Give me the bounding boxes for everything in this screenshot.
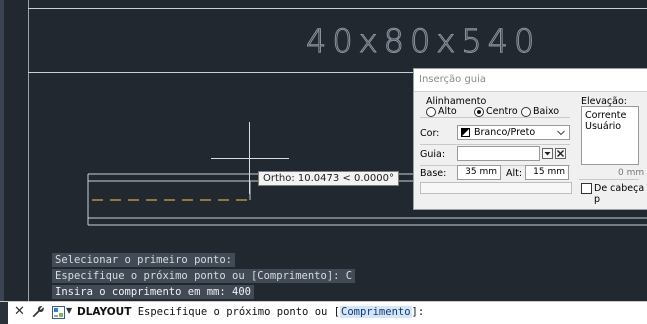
color-label: Cor: bbox=[420, 128, 440, 139]
command-history: Selecionar o primeiro ponto: Especifique… bbox=[52, 253, 356, 301]
color-separator bbox=[420, 144, 570, 145]
color-swatch-icon bbox=[461, 128, 470, 137]
color-select-value: Branco/Preto bbox=[474, 127, 536, 138]
history-line: Insira o comprimento em mm: 400 bbox=[52, 285, 254, 299]
close-icon bbox=[557, 150, 564, 157]
elevation-value: 0 mm bbox=[618, 168, 645, 178]
base-label: Base: bbox=[420, 168, 447, 179]
chevron-down-icon[interactable]: ▼ bbox=[66, 306, 72, 315]
prompt-option-comprimento[interactable]: Comprimento bbox=[340, 306, 412, 318]
guide-clear-button[interactable] bbox=[555, 148, 566, 159]
command-bar: ✕ ▼ DLAYOUT Especifique o próximo ponto … bbox=[0, 301, 647, 324]
close-icon[interactable]: ✕ bbox=[14, 304, 25, 319]
radio-baixo-label: Baixo bbox=[533, 106, 560, 117]
height-field[interactable]: 15 mm bbox=[525, 165, 569, 180]
history-line: Selecionar o primeiro ponto: bbox=[52, 253, 236, 267]
guide-insertion-dialog: Inserção guia Alinhamento Alto Centro Ba… bbox=[413, 68, 647, 210]
guide-dropdown-button[interactable] bbox=[542, 148, 553, 159]
color-select[interactable]: Branco/Preto bbox=[457, 125, 570, 140]
crosshair-cursor-horizontal bbox=[211, 158, 289, 159]
guide-label: Guia: bbox=[420, 149, 446, 160]
base-field[interactable]: 35 mm bbox=[457, 165, 501, 180]
guide-select[interactable] bbox=[457, 146, 540, 161]
command-prompt[interactable]: DLAYOUT Especifique o próximo ponto ou [… bbox=[77, 306, 424, 318]
ortho-tooltip: Ortho: 10.0473 < 0.0000° bbox=[258, 171, 399, 186]
chevron-down-icon bbox=[557, 130, 565, 136]
prompt-text-end: ]: bbox=[411, 306, 425, 318]
dropdown-arrow-icon bbox=[544, 152, 551, 156]
height-label: Alt: bbox=[506, 168, 523, 179]
prompt-text: Especifique o próximo ponto ou [ bbox=[131, 306, 340, 318]
radio-baixo[interactable] bbox=[521, 107, 531, 117]
upside-down-label: De cabeça p bbox=[594, 183, 645, 205]
wrench-icon[interactable] bbox=[31, 305, 45, 319]
radio-alto-label: Alto bbox=[438, 106, 457, 117]
dialog-title: Inserção guia bbox=[419, 74, 487, 85]
command-name: DLAYOUT bbox=[77, 306, 132, 318]
command-icon[interactable] bbox=[52, 306, 65, 319]
command-bar-grip[interactable] bbox=[0, 302, 8, 324]
radio-centro-label: Centro bbox=[486, 106, 518, 117]
elevation-list[interactable]: Corrente Usuário bbox=[581, 106, 639, 165]
radio-alto[interactable] bbox=[426, 107, 436, 117]
dialog-titlebar[interactable]: Inserção guia bbox=[414, 69, 647, 92]
history-line: Especifique o próximo ponto ou [Comprime… bbox=[52, 269, 356, 283]
radio-centro[interactable] bbox=[474, 107, 484, 117]
elevation-item[interactable]: Usuário bbox=[585, 121, 621, 132]
preview-strip bbox=[420, 182, 572, 194]
alignment-separator bbox=[420, 117, 570, 118]
upside-down-checkbox[interactable] bbox=[581, 183, 592, 194]
elevation-separator bbox=[579, 179, 639, 180]
elevation-item[interactable]: Corrente bbox=[585, 110, 626, 121]
